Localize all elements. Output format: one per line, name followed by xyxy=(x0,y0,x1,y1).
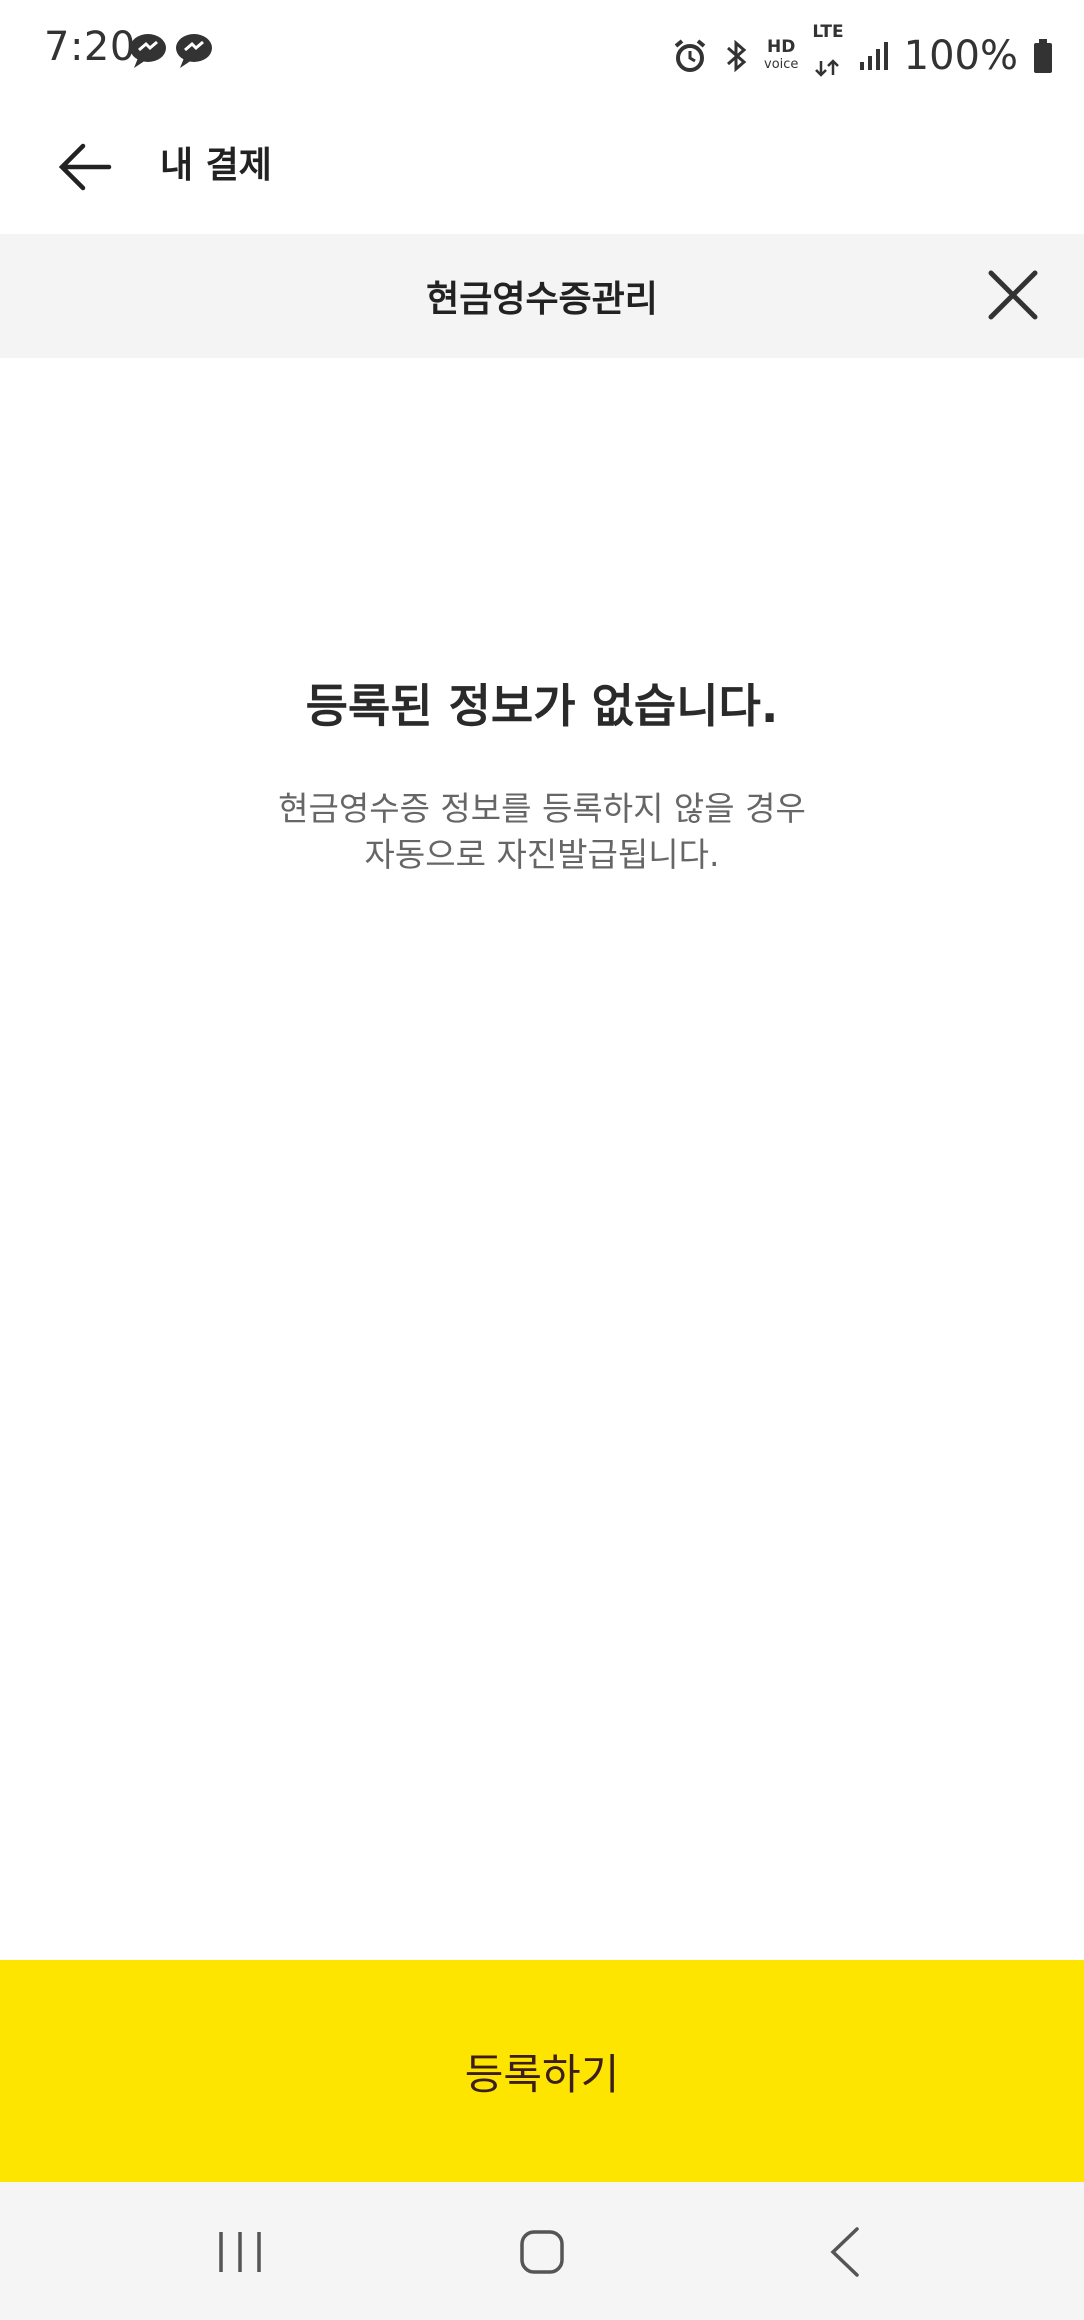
status-bar: 7:20 HD voice LTE 100% xyxy=(0,0,1084,100)
close-button[interactable] xyxy=(980,262,1046,328)
data-arrows-icon xyxy=(815,59,840,77)
messenger-bubble-icon xyxy=(130,34,166,68)
sheet-title: 현금영수증관리 xyxy=(426,279,658,320)
page-title: 내 결제 xyxy=(160,145,272,186)
register-button-label: 등록하기 xyxy=(464,2050,620,2098)
recent-apps-button[interactable] xyxy=(195,2212,285,2292)
back-chevron-icon xyxy=(830,2227,859,2277)
empty-state-title: 등록된 정보가 없습니다. xyxy=(305,679,779,733)
battery-icon xyxy=(1034,38,1052,73)
signal-icon xyxy=(859,41,888,70)
home-icon xyxy=(520,2230,564,2274)
empty-state-description-line: 자동으로 자진발급됩니다. xyxy=(364,835,720,874)
home-button[interactable] xyxy=(497,2212,587,2292)
bluetooth-icon xyxy=(727,39,747,72)
lte-icon: LTE xyxy=(812,24,844,87)
nav-back-button[interactable] xyxy=(800,2212,890,2292)
messenger-bubble-icon xyxy=(176,34,212,68)
register-button[interactable]: 등록하기 xyxy=(0,1960,1084,2182)
system-nav-bar xyxy=(0,2182,1084,2320)
notification-icons xyxy=(128,30,214,70)
close-icon xyxy=(988,270,1038,320)
status-time: 7:20 xyxy=(44,24,136,70)
hd-voice-icon: HD voice xyxy=(764,36,799,72)
back-button[interactable] xyxy=(50,132,120,202)
status-right-icons: HD voice LTE 100% xyxy=(672,24,1054,87)
sheet-header: 현금영수증관리 xyxy=(0,234,1084,358)
app-header: 내 결제 xyxy=(0,100,1084,234)
recent-apps-icon xyxy=(219,2232,261,2272)
arrow-left-icon xyxy=(58,143,112,191)
empty-state-description: 현금영수증 정보를 등록하지 않을 경우 자동으로 자진발급됩니다. xyxy=(0,786,1084,878)
battery-percent: 100% xyxy=(903,32,1018,79)
empty-state-description-line: 현금영수증 정보를 등록하지 않을 경우 xyxy=(278,789,806,828)
alarm-icon xyxy=(674,38,706,72)
